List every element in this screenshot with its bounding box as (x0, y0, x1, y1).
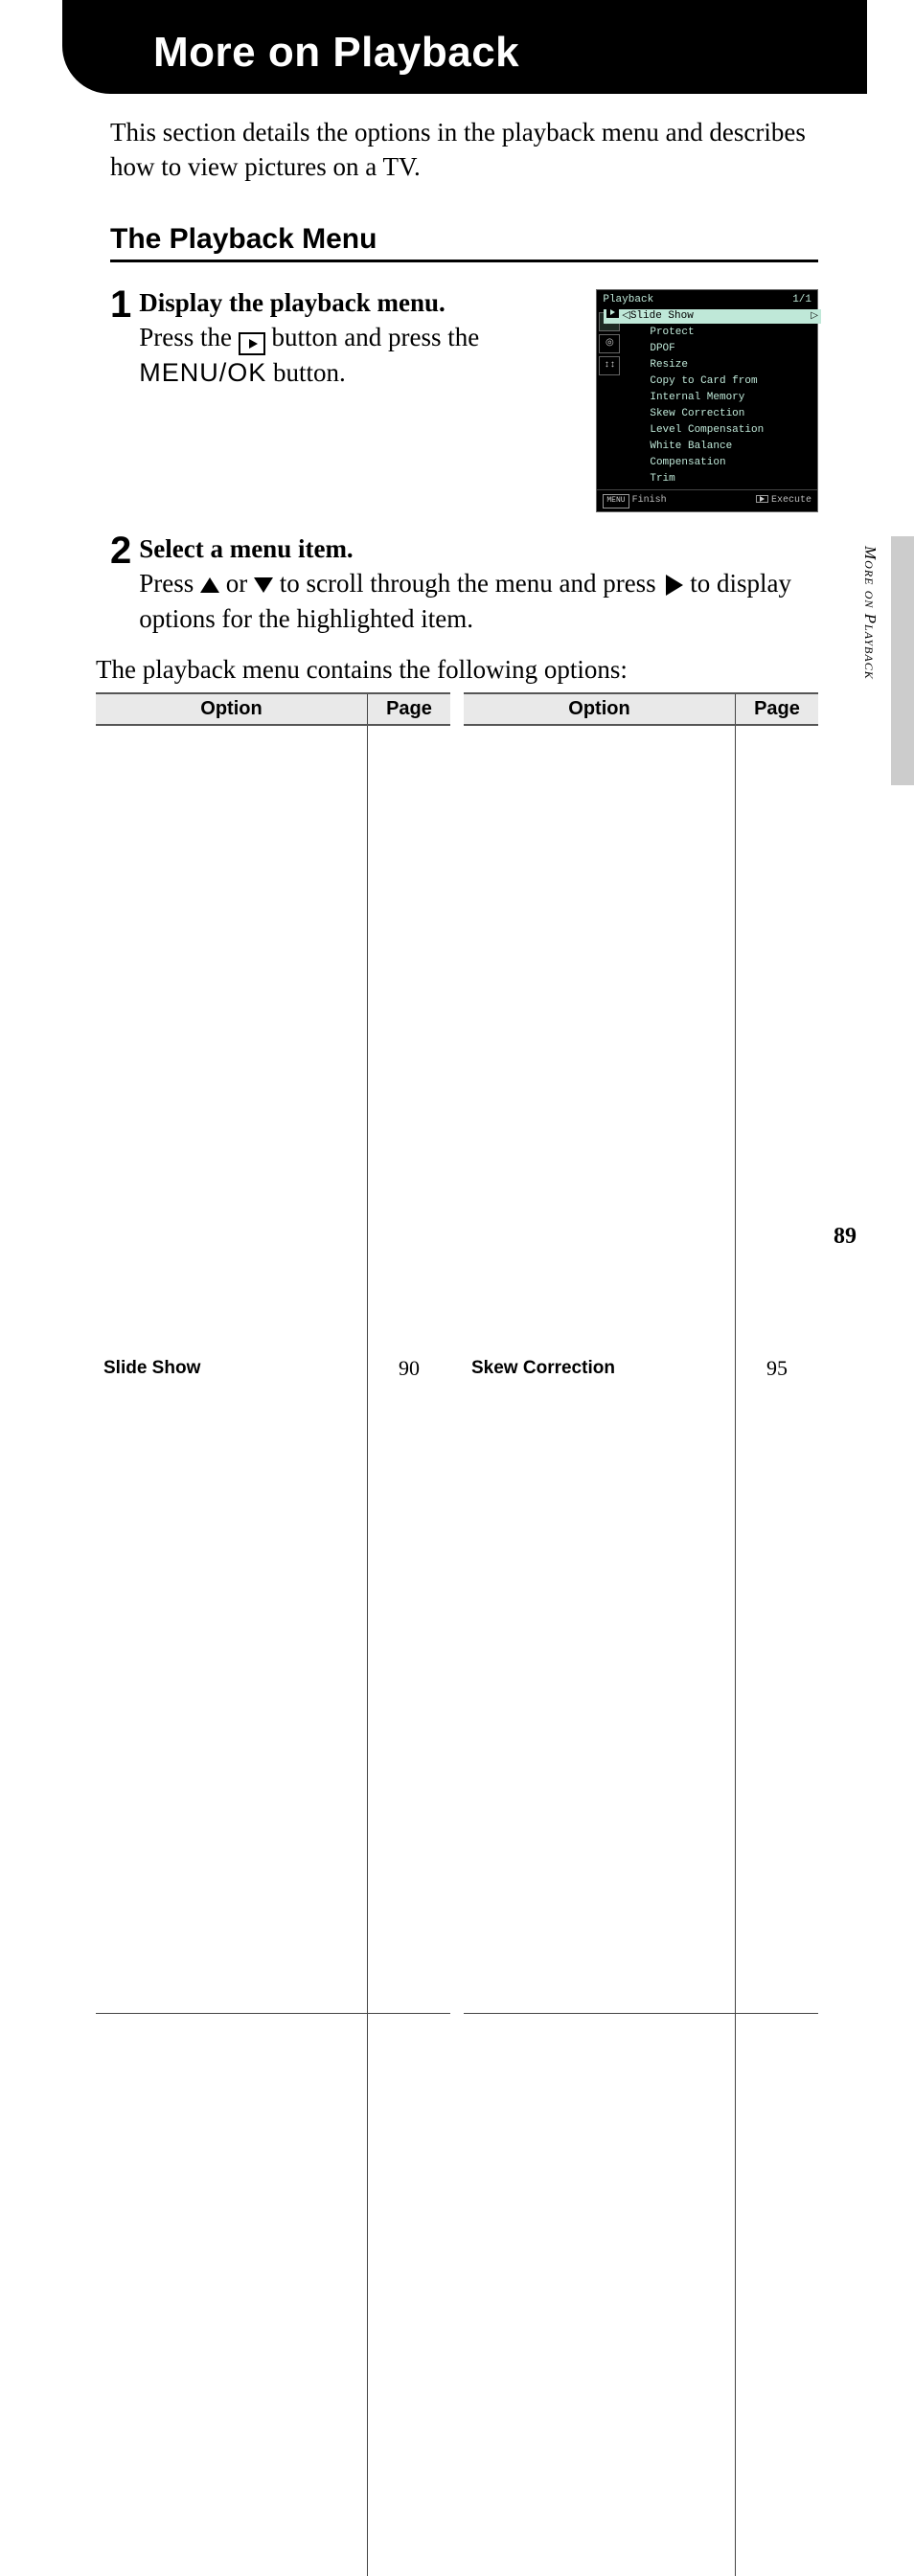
page-number: 89 (834, 1224, 857, 1250)
section-title: The Playback Menu (110, 223, 818, 256)
th-page: Page (368, 693, 451, 725)
table-row: Skew Correction95 (464, 725, 818, 2013)
th-page: Page (736, 693, 819, 725)
step-1-title: Display the playback menu. (139, 288, 446, 317)
step-1-text: Display the playback menu. Press the but… (139, 285, 577, 391)
intro-paragraph: This section details the options in the … (110, 115, 818, 185)
chapter-title: More on Playback (153, 29, 829, 77)
step-2-body-b: or (226, 569, 254, 598)
table-row: Level Compensation96 (464, 2013, 818, 2576)
scr-tab-column: ▶ ◎ ↕↕ (597, 309, 625, 489)
right-arrow-icon (666, 575, 683, 596)
step-2-title: Select a menu item. (139, 534, 353, 563)
playback-icon (239, 332, 265, 355)
step-number: 2 (110, 533, 131, 568)
step-1-body-b: button and press the (272, 323, 480, 351)
scr-menu-button: MENU (603, 494, 628, 508)
step-number: 1 (110, 287, 131, 322)
scr-item-list: Protect DPOF Resize Copy to Card from In… (625, 325, 817, 489)
scr-title: Playback (603, 292, 653, 308)
scr-play-button (756, 495, 768, 503)
step-1-body-a: Press the (139, 323, 239, 351)
step-1-body-c: button. (273, 358, 346, 387)
chapter-header: More on Playback (62, 0, 867, 94)
scr-page: 1/1 (792, 292, 811, 308)
scr-tab-tools: ↕↕ (599, 356, 620, 375)
up-arrow-icon (200, 577, 219, 593)
options-table-left: Option Page Slide Show90 Protect90 DPOF9… (96, 692, 450, 2576)
scr-selected-item: ◁Slide Show ▷ (604, 309, 821, 324)
menu-ok-label: MENU/OK (139, 358, 266, 387)
step-1: 1 Display the playback menu. Press the b… (110, 285, 818, 512)
step-2: 2 Select a menu item. Press or to scroll… (110, 531, 818, 636)
camera-screenshot: Playback 1/1 ▶ ◎ ↕↕ ◁Slide Show ▷ (596, 289, 818, 512)
options-lead: The playback menu contains the following… (96, 655, 818, 685)
scr-tab-setup: ◎ (599, 334, 620, 353)
side-label: More on Playback (860, 546, 880, 680)
th-option: Option (96, 693, 368, 725)
table-row: Protect90 (96, 2013, 450, 2576)
side-tab (891, 536, 914, 785)
step-2-body-c: to scroll through the menu and press (280, 569, 663, 598)
table-row: Slide Show90 (96, 725, 450, 2013)
step-2-body-a: Press (139, 569, 200, 598)
options-table-right: Option Page Skew Correction95 Level Comp… (464, 692, 818, 2576)
section-heading: The Playback Menu (110, 223, 818, 262)
th-option: Option (464, 693, 736, 725)
down-arrow-icon (254, 577, 273, 593)
